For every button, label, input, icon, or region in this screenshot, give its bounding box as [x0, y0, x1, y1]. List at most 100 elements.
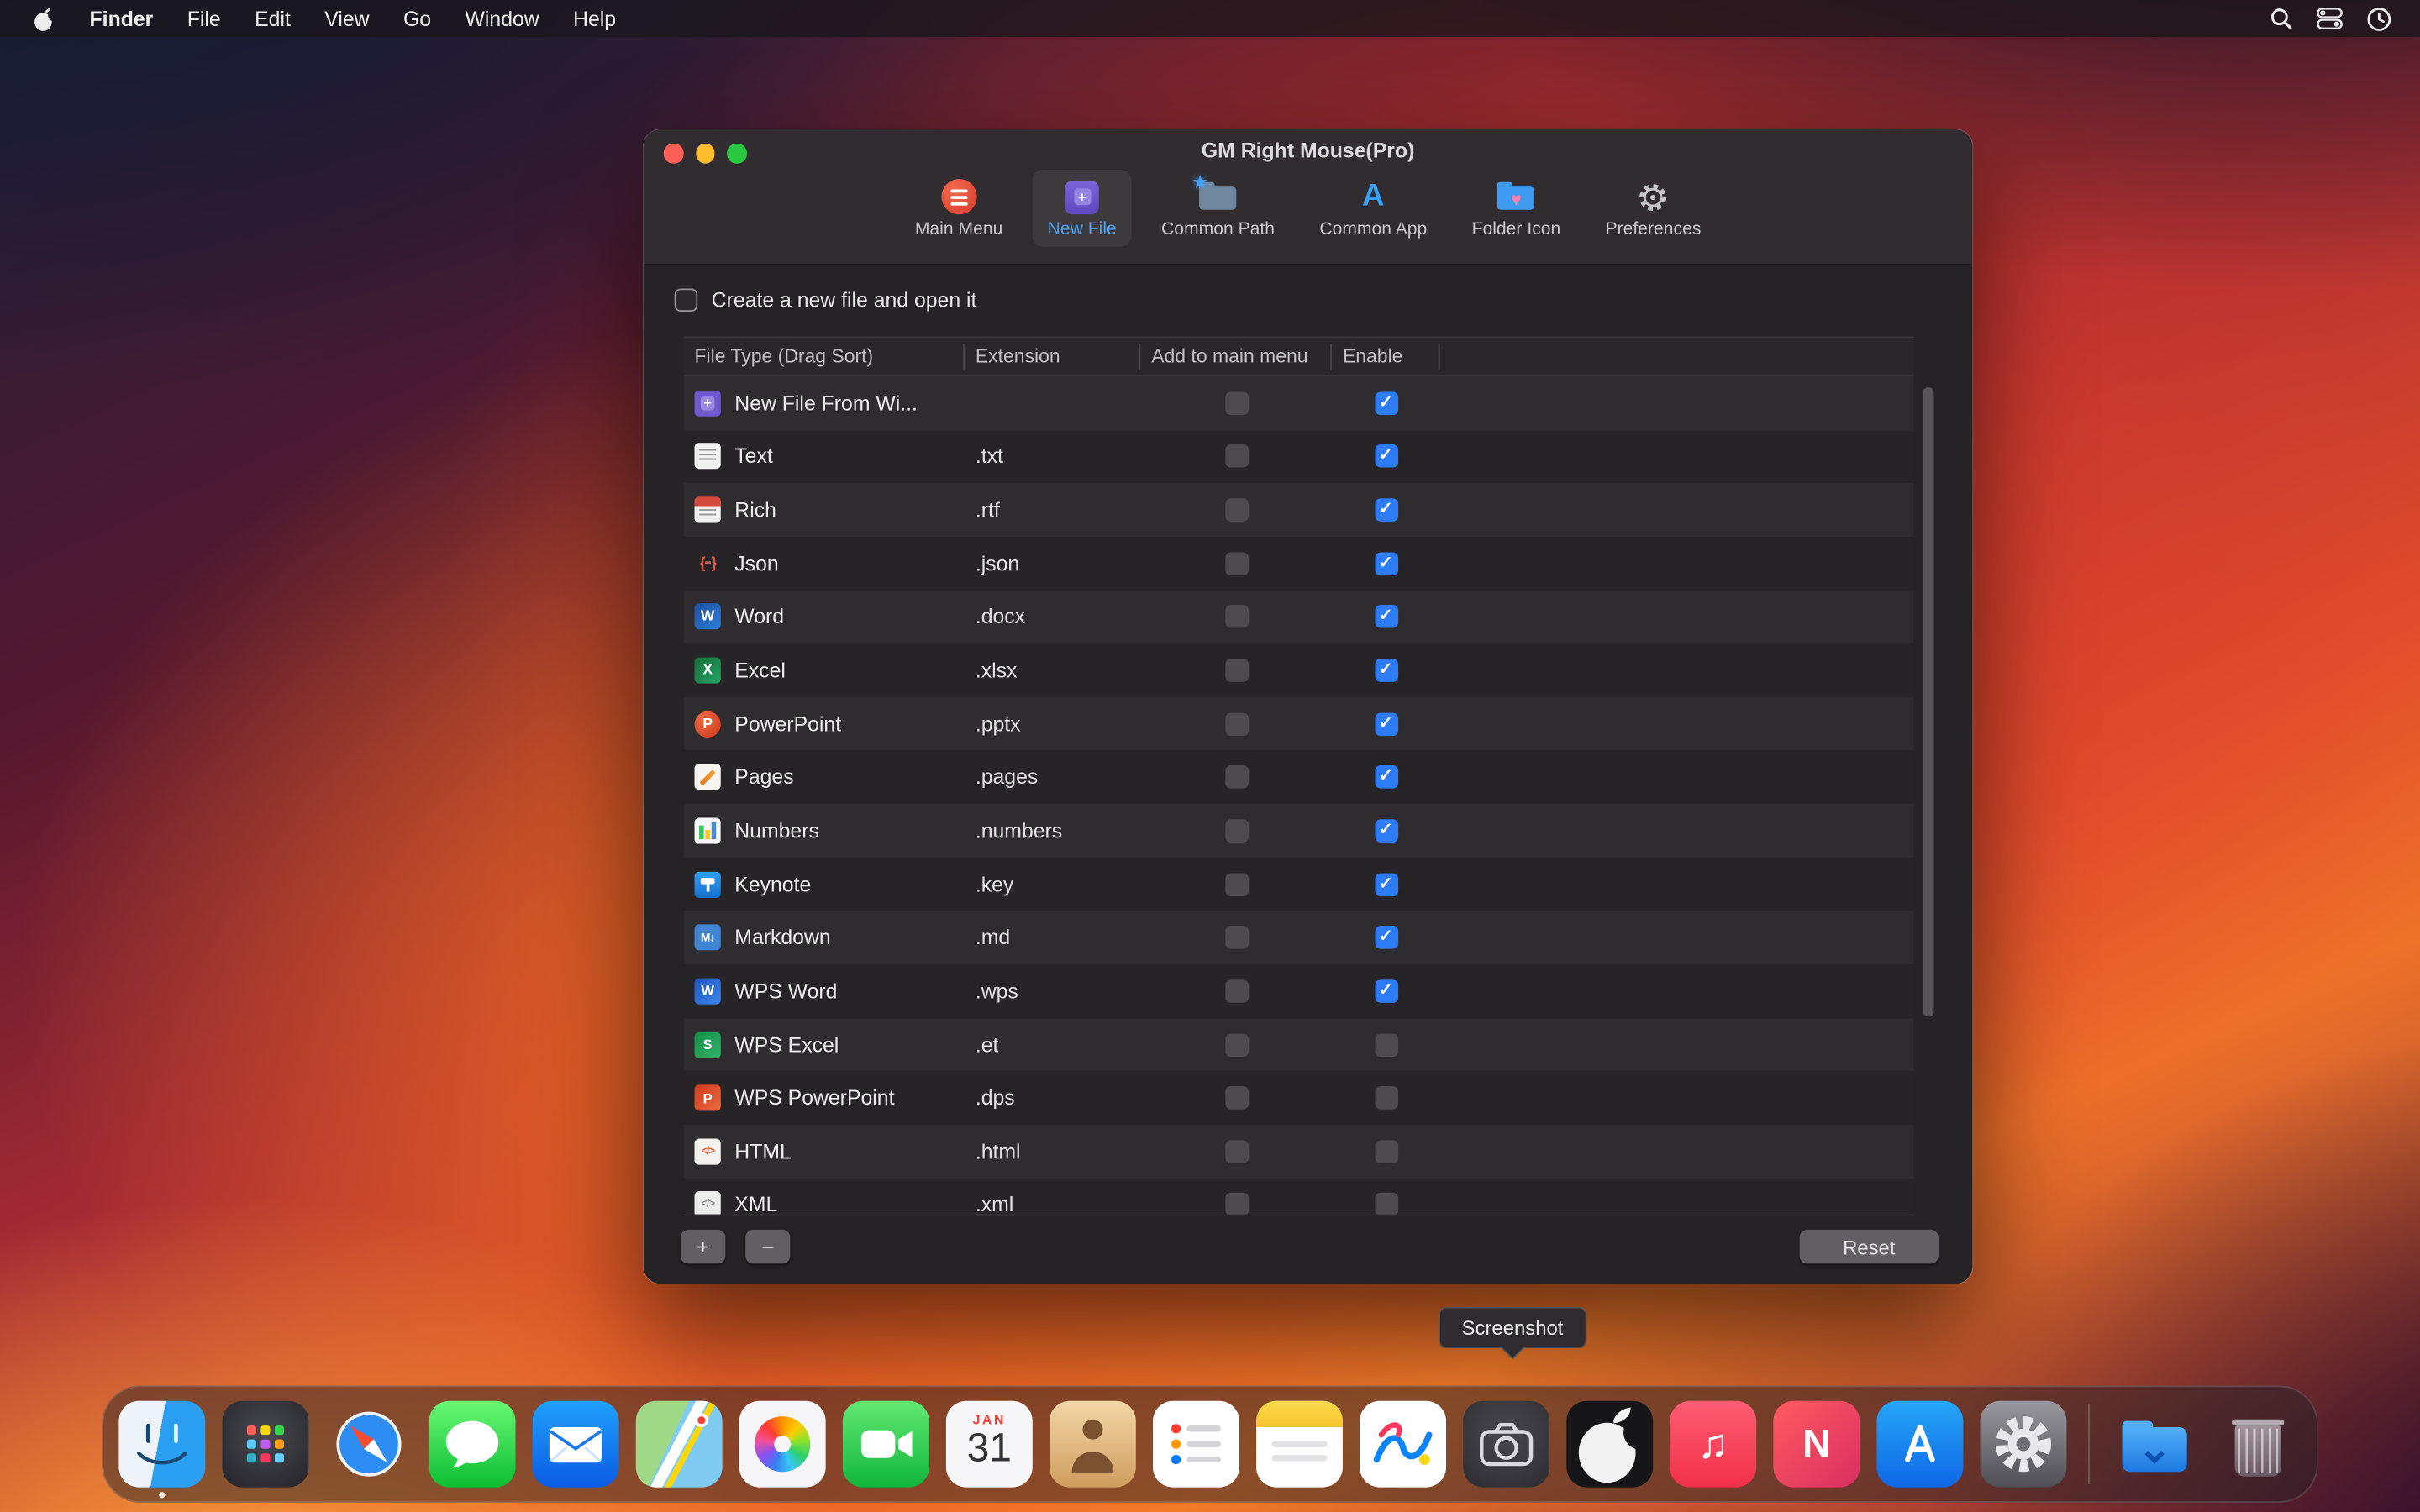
- table-row[interactable]: Text.txt: [684, 430, 1914, 484]
- table-row[interactable]: Word.docx: [684, 591, 1914, 644]
- enable-checkbox[interactable]: [1375, 1086, 1398, 1110]
- dock-item-calendar[interactable]: JAN31: [946, 1401, 1033, 1488]
- dock-item-mail[interactable]: [533, 1401, 619, 1488]
- dock-item-news[interactable]: N: [1773, 1401, 1860, 1488]
- table-row[interactable]: WPS Excel.et: [684, 1018, 1914, 1072]
- menu-item-go[interactable]: Go: [387, 7, 448, 30]
- dock-item-safari[interactable]: [326, 1401, 413, 1488]
- scrollbar-thumb[interactable]: [1923, 387, 1934, 1016]
- menu-item-file[interactable]: File: [171, 7, 238, 30]
- add-to-main-menu-checkbox[interactable]: [1224, 873, 1248, 896]
- dock-item-messages[interactable]: [429, 1401, 516, 1488]
- table-row[interactable]: Json.json: [684, 537, 1914, 591]
- menu-item-view[interactable]: View: [308, 7, 387, 30]
- table-row[interactable]: Excel.xlsx: [684, 643, 1914, 697]
- extension-cell: .docx: [965, 606, 1140, 629]
- add-to-main-menu-checkbox[interactable]: [1224, 926, 1248, 949]
- add-to-main-menu-checkbox[interactable]: [1224, 498, 1248, 522]
- table-row[interactable]: Pages.pages: [684, 751, 1914, 805]
- enable-checkbox[interactable]: [1375, 659, 1398, 682]
- enable-checkbox[interactable]: [1375, 391, 1398, 415]
- search-icon[interactable]: [2269, 6, 2293, 30]
- enable-checkbox[interactable]: [1375, 498, 1398, 522]
- add-to-main-menu-checkbox[interactable]: [1224, 979, 1248, 1003]
- add-to-main-menu-checkbox[interactable]: [1224, 712, 1248, 736]
- table-row[interactable]: Rich.rtf: [684, 483, 1914, 537]
- create-new-file-checkbox[interactable]: [675, 288, 698, 312]
- control-center-icon[interactable]: [2317, 6, 2343, 30]
- add-to-main-menu-checkbox[interactable]: [1224, 1086, 1248, 1110]
- tab-preferences[interactable]: Preferences: [1590, 170, 1717, 247]
- add-to-main-menu-checkbox[interactable]: [1224, 445, 1248, 469]
- table-row[interactable]: New File From Wi...: [684, 376, 1914, 430]
- menu-item-edit[interactable]: Edit: [238, 7, 308, 30]
- enable-checkbox[interactable]: [1375, 1194, 1398, 1216]
- enable-checkbox[interactable]: [1375, 712, 1398, 736]
- status-circle-icon[interactable]: [2366, 5, 2392, 31]
- dock-item-trash[interactable]: [2215, 1401, 2302, 1488]
- table-row[interactable]: PowerPoint.pptx: [684, 697, 1914, 751]
- enable-checkbox[interactable]: [1375, 445, 1398, 469]
- tab-folder-icon[interactable]: ♥Folder Icon: [1456, 170, 1576, 247]
- table-row[interactable]: Numbers.numbers: [684, 804, 1914, 858]
- menu-item-window[interactable]: Window: [448, 7, 556, 30]
- tab-common-app[interactable]: Common App: [1304, 170, 1443, 247]
- add-to-main-menu-checkbox[interactable]: [1224, 1194, 1248, 1216]
- dock-item-finder[interactable]: [118, 1401, 205, 1488]
- add-to-main-menu-checkbox[interactable]: [1224, 766, 1248, 790]
- tab-main-menu[interactable]: Main Menu: [899, 170, 1018, 247]
- remove-row-button[interactable]: −: [745, 1230, 790, 1263]
- table-row[interactable]: WPS PowerPoint.dps: [684, 1071, 1914, 1125]
- add-to-main-menu-checkbox[interactable]: [1224, 659, 1248, 682]
- enable-checkbox[interactable]: [1375, 979, 1398, 1003]
- file-type-cell: Pages: [684, 764, 965, 790]
- reset-button[interactable]: Reset: [1800, 1230, 1939, 1263]
- table-row[interactable]: HTML.html: [684, 1125, 1914, 1179]
- dock-item-reminders[interactable]: [1153, 1401, 1239, 1488]
- enable-checkbox[interactable]: [1375, 552, 1398, 575]
- apple-icon[interactable]: [24, 5, 72, 31]
- column-header: File Type (Drag Sort): [684, 344, 965, 370]
- dock-item-settings[interactable]: [1981, 1401, 2067, 1488]
- table-row[interactable]: XML.xml: [684, 1179, 1914, 1216]
- enable-checkbox[interactable]: [1375, 873, 1398, 896]
- add-to-main-menu-checkbox[interactable]: [1224, 552, 1248, 575]
- add-row-button[interactable]: +: [681, 1230, 725, 1263]
- enable-checkbox[interactable]: [1375, 766, 1398, 790]
- enable-checkbox[interactable]: [1375, 606, 1398, 629]
- enable-checkbox[interactable]: [1375, 819, 1398, 843]
- xml-file-icon: [695, 1192, 721, 1216]
- dock-item-screenshot[interactable]: [1463, 1401, 1549, 1488]
- photos-icon: [739, 1401, 826, 1488]
- add-to-main-menu-checkbox[interactable]: [1224, 1033, 1248, 1057]
- add-to-main-menu-cell: [1140, 659, 1332, 682]
- add-to-main-menu-checkbox[interactable]: [1224, 1140, 1248, 1163]
- add-to-main-menu-checkbox[interactable]: [1224, 819, 1248, 843]
- news-icon: N: [1773, 1401, 1860, 1488]
- file-type-cell: WPS Word: [684, 978, 965, 1004]
- enable-checkbox[interactable]: [1375, 926, 1398, 949]
- add-to-main-menu-checkbox[interactable]: [1224, 391, 1248, 415]
- dock-item-appstore[interactable]: [1876, 1401, 1963, 1488]
- dock-item-downloads[interactable]: [2112, 1401, 2198, 1488]
- dock-item-appletv[interactable]: tv: [1566, 1401, 1653, 1488]
- dock-item-contacts[interactable]: [1050, 1401, 1136, 1488]
- dock-item-photos[interactable]: [739, 1401, 826, 1488]
- enable-checkbox[interactable]: [1375, 1140, 1398, 1163]
- table-row[interactable]: WPS Word.wps: [684, 964, 1914, 1018]
- enable-checkbox[interactable]: [1375, 1033, 1398, 1057]
- menu-item-finder[interactable]: Finder: [72, 7, 170, 30]
- tab-new-file[interactable]: New File: [1032, 170, 1132, 247]
- dock-item-launchpad[interactable]: [222, 1401, 308, 1488]
- dock-item-maps[interactable]: [636, 1401, 723, 1488]
- dock-item-notes[interactable]: [1256, 1401, 1343, 1488]
- dock-item-music[interactable]: ♫: [1670, 1401, 1756, 1488]
- table-row[interactable]: Markdown.md: [684, 911, 1914, 964]
- dock-item-freeform[interactable]: [1360, 1401, 1446, 1488]
- table-row[interactable]: Keynote.key: [684, 858, 1914, 911]
- add-to-main-menu-checkbox[interactable]: [1224, 606, 1248, 629]
- dock-item-facetime[interactable]: [843, 1401, 929, 1488]
- tab-common-path[interactable]: ★Common Path: [1146, 170, 1291, 247]
- menu-item-help[interactable]: Help: [556, 7, 633, 30]
- enable-cell: [1332, 1033, 1440, 1057]
